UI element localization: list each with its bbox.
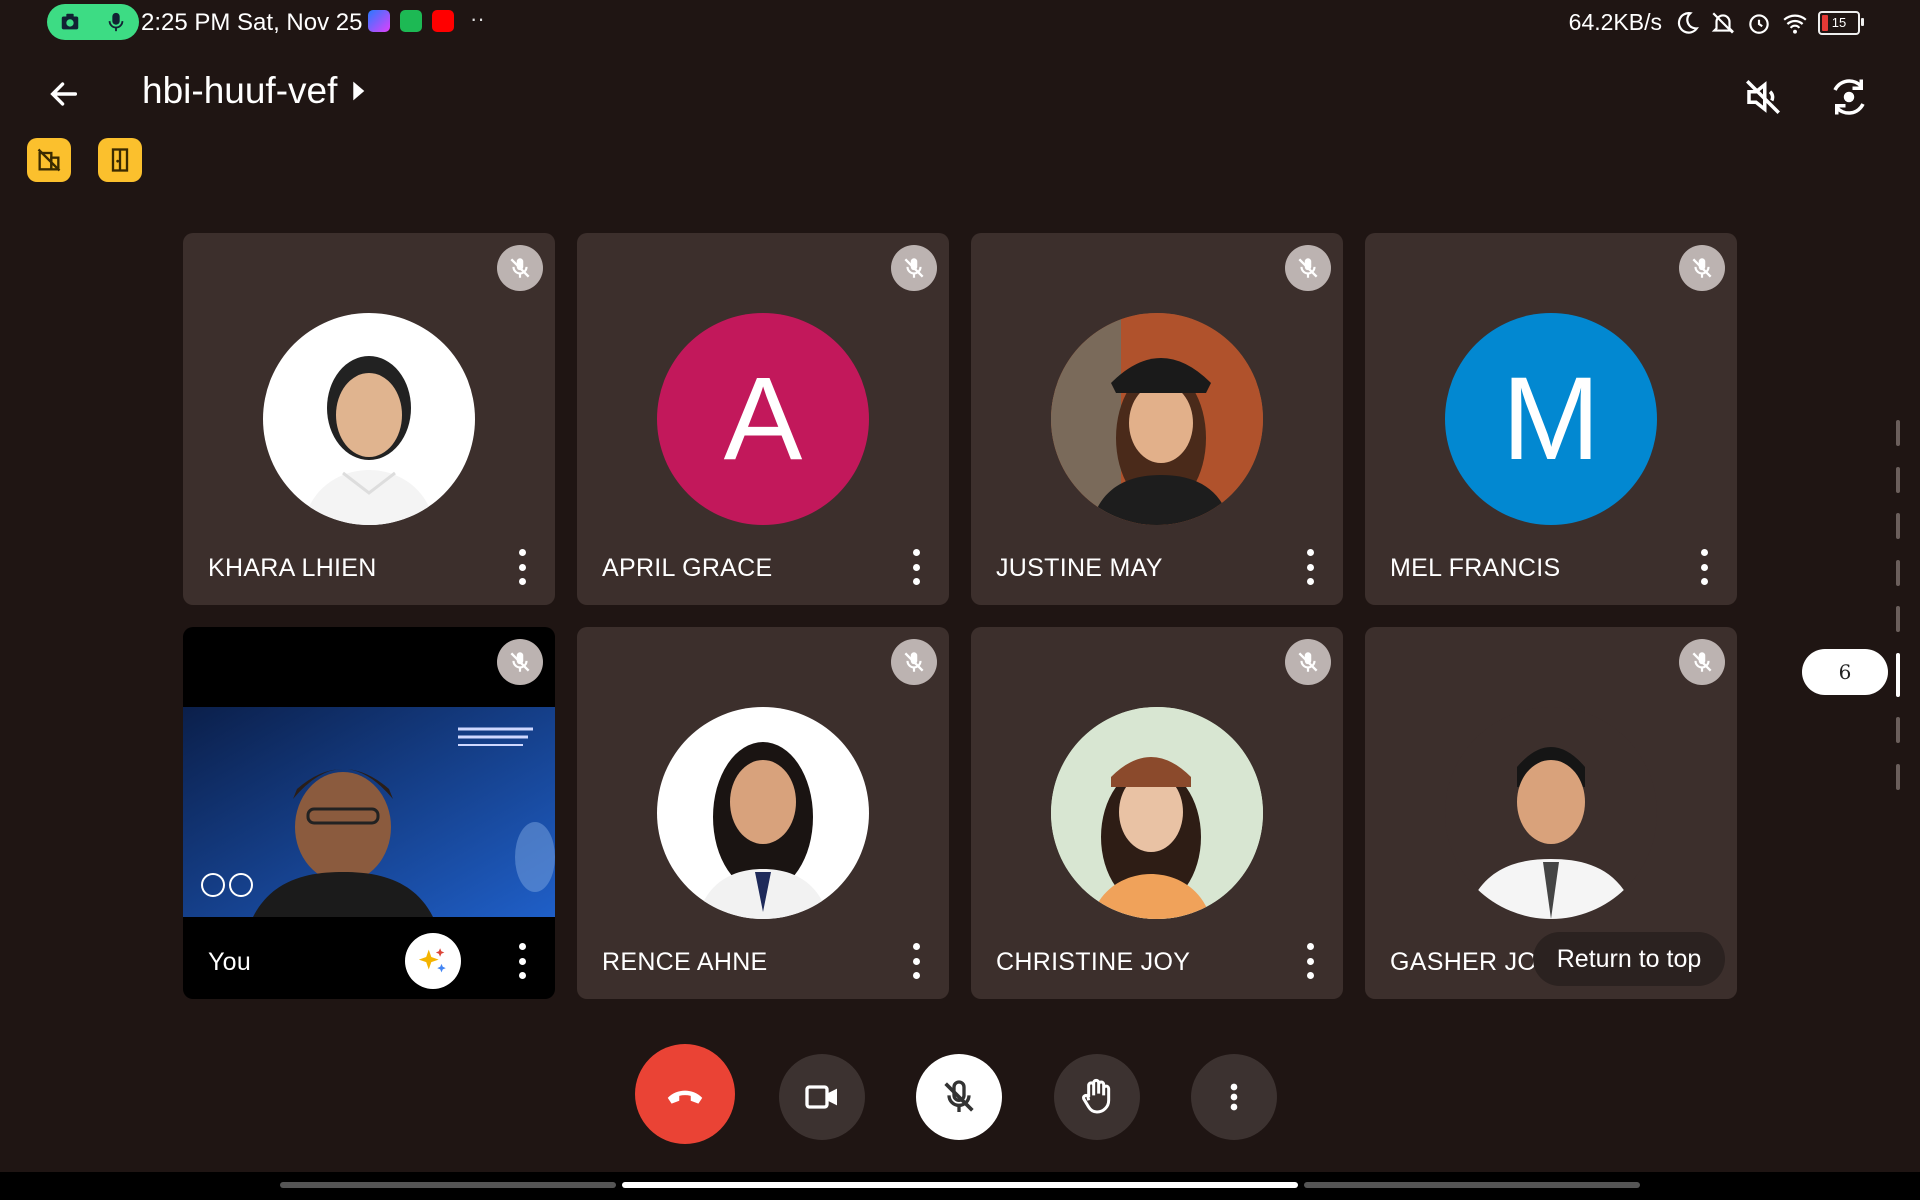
more-options-button[interactable] <box>1191 1054 1277 1140</box>
participant-more-button[interactable] <box>1697 549 1711 585</box>
speaker-off-icon <box>1746 80 1780 114</box>
avatar <box>1051 707 1263 919</box>
avatar <box>657 707 869 919</box>
mic-off-icon <box>1298 258 1318 278</box>
effects-button[interactable] <box>405 933 461 989</box>
participant-more-button[interactable] <box>909 549 923 585</box>
participant-more-button[interactable] <box>909 943 923 979</box>
participant-tile[interactable]: JUSTINE MAY <box>971 233 1343 605</box>
raise-hand-button[interactable] <box>1054 1054 1140 1140</box>
page-scroller[interactable] <box>1896 420 1902 790</box>
bell-off-icon <box>1711 11 1735 34</box>
participant-name: KHARA LHIEN <box>208 554 377 582</box>
participant-name: MEL FRANCIS <box>1390 554 1561 582</box>
participant-more-button[interactable] <box>515 549 529 585</box>
wifi-icon <box>1783 14 1807 34</box>
status-bar: 2:25 PM Sat, Nov 25 ·· 64.2KB/s 15 <box>0 0 1920 46</box>
messenger-icon <box>368 10 390 32</box>
avatar <box>263 313 475 525</box>
end-call-icon <box>667 1090 703 1104</box>
page-indicator: 6 <box>1802 649 1888 695</box>
switch-camera-button[interactable] <box>1824 72 1874 122</box>
mic-off-icon <box>1692 652 1712 672</box>
participant-name: CHRISTINE JOY <box>996 948 1191 976</box>
mic-off-icon <box>510 258 530 278</box>
mic-off-icon <box>904 258 924 278</box>
alarm-icon <box>1749 13 1769 34</box>
muted-badge <box>497 639 543 685</box>
speaker-off-button[interactable] <box>1738 72 1788 122</box>
avatar <box>1051 313 1263 525</box>
call-controls <box>0 1044 1920 1144</box>
avatar: A <box>657 313 869 525</box>
battery-icon: 15 <box>1818 10 1864 35</box>
no-building-icon <box>37 148 61 172</box>
participant-tile[interactable]: A APRIL GRACE <box>577 233 949 605</box>
participant-grid: KHARA LHIEN A APRIL GRACE JUSTINE MAY M … <box>183 233 1737 999</box>
nav-handle-right[interactable] <box>1304 1182 1640 1188</box>
youtube-icon <box>432 10 454 32</box>
avatar: M <box>1445 313 1657 525</box>
participant-tile[interactable]: CHRISTINE JOY <box>971 627 1343 999</box>
back-button[interactable] <box>42 72 86 116</box>
status-time-date: 2:25 PM Sat, Nov 25 <box>141 9 363 36</box>
video-camera-icon <box>805 1085 837 1109</box>
participant-more-button[interactable] <box>1303 549 1317 585</box>
participant-tile[interactable]: M MEL FRANCIS <box>1365 233 1737 605</box>
mic-off-icon <box>1692 258 1712 278</box>
raise-hand-icon <box>1082 1078 1111 1114</box>
recording-indicator[interactable] <box>47 4 139 40</box>
moon-icon <box>1677 11 1699 34</box>
return-to-top-button[interactable]: Return to top <box>1533 932 1725 986</box>
meeting-title[interactable]: hbi-huuf-vef <box>142 70 367 112</box>
participant-tile[interactable]: KHARA LHIEN <box>183 233 555 605</box>
camera-icon <box>61 13 79 30</box>
self-tile[interactable]: You <box>183 627 555 999</box>
muted-badge <box>1679 639 1725 685</box>
nav-handle-left[interactable] <box>280 1182 616 1188</box>
muted-badge <box>497 245 543 291</box>
door-chip[interactable] <box>98 138 142 182</box>
camera-toggle-button[interactable] <box>779 1054 865 1140</box>
muted-badge <box>1285 245 1331 291</box>
participant-tile[interactable]: RENCE AHNE <box>577 627 949 999</box>
mic-off-icon <box>904 652 924 672</box>
avatar-letter: M <box>1501 353 1601 485</box>
sparkle-icon <box>418 948 446 973</box>
mic-off-icon <box>510 652 530 672</box>
self-video-feed <box>183 707 555 917</box>
navigation-bar <box>0 1172 1920 1200</box>
muted-badge <box>1679 245 1725 291</box>
avatar-letter: A <box>723 353 803 485</box>
participant-name: GASHER JOH <box>1390 948 1556 976</box>
more-vert-icon <box>1230 1083 1238 1111</box>
participant-name: APRIL GRACE <box>602 554 773 582</box>
more-notifications-icon: ·· <box>470 6 485 31</box>
muted-badge <box>1285 639 1331 685</box>
switch-camera-icon <box>1833 79 1865 115</box>
participant-name: RENCE AHNE <box>602 948 768 976</box>
end-call-button[interactable] <box>635 1044 735 1144</box>
participant-more-button[interactable] <box>1303 943 1317 979</box>
shield-app-icon <box>400 10 422 32</box>
nav-handle-center[interactable] <box>622 1182 1298 1188</box>
avatar <box>1445 707 1657 919</box>
muted-badge <box>891 245 937 291</box>
back-arrow-icon <box>50 82 78 106</box>
battery-level: 15 <box>1831 15 1847 30</box>
mic-off-icon <box>944 1080 974 1112</box>
mic-toggle-button[interactable] <box>916 1054 1002 1140</box>
participant-name: You <box>208 948 252 976</box>
participant-name: JUSTINE MAY <box>996 554 1163 582</box>
muted-badge <box>891 639 937 685</box>
mic-off-icon <box>1298 652 1318 672</box>
microphone-icon <box>108 12 124 32</box>
no-building-chip[interactable] <box>27 138 71 182</box>
status-right-cluster: 64.2KB/s 15 <box>1568 9 1864 36</box>
meeting-code: hbi-huuf-vef <box>142 70 338 111</box>
chevron-right-icon <box>353 81 365 101</box>
network-speed: 64.2KB/s <box>1568 9 1662 35</box>
door-icon <box>111 148 129 172</box>
participant-more-button[interactable] <box>515 943 529 979</box>
